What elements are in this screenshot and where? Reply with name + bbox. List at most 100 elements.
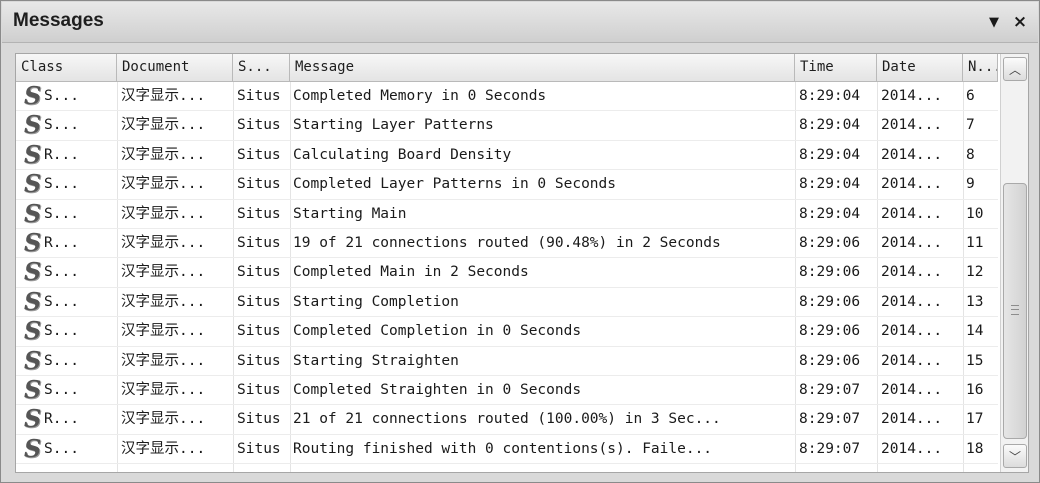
- cell-class: S...: [44, 117, 79, 134]
- table-row[interactable]: S R... 汉字显示... Situs 21 of 21 connections ro…: [16, 405, 998, 435]
- cell-date: 2014...: [881, 323, 943, 340]
- cell-time: 8:29:04: [799, 88, 861, 104]
- scroll-up-button[interactable]: ︿: [1003, 57, 1027, 81]
- table-row[interactable]: S R... 汉字显示... Situs Calculating Board Densi…: [16, 141, 998, 171]
- cell-source: Situs: [237, 205, 281, 222]
- cell-document: 汉字显示...: [121, 117, 206, 134]
- table-row[interactable]: S R... 汉字显示... Situs 19 of 21 connections ro…: [16, 229, 998, 259]
- cell-document: 汉字显示...: [121, 234, 206, 251]
- cell-date: 2014...: [881, 411, 943, 428]
- cell-date: 2014...: [881, 440, 943, 457]
- cell-time: 8:29:07: [799, 381, 861, 398]
- cell-document: 汉字显示...: [121, 352, 206, 369]
- cell-class: S...: [44, 176, 79, 193]
- panel-menu-icon[interactable]: ▼: [984, 12, 1004, 32]
- cell-class: S...: [44, 381, 79, 398]
- cell-document: 汉字显示...: [121, 381, 206, 398]
- table-row[interactable]: S S... 汉字显示... Situs Completed Layer Pattern…: [16, 170, 998, 200]
- cell-class: S...: [44, 205, 79, 222]
- cell-message: Routing finished with 0 contentions(s). …: [293, 440, 713, 457]
- panel-title: Messages: [13, 10, 104, 31]
- cell-document: 汉字显示...: [121, 440, 206, 457]
- cell-source: Situs: [237, 264, 281, 281]
- cell-source: Situs: [237, 117, 281, 134]
- cell-time: 8:29:06: [799, 323, 861, 340]
- cell-class: S...: [44, 440, 79, 457]
- cell-number: 13: [966, 293, 984, 310]
- cell-class: R...: [44, 146, 79, 163]
- messages-panel: Messages ▼ × Class Document S... Message…: [0, 0, 1040, 483]
- cell-number: 9: [966, 176, 975, 193]
- cell-number: 14: [966, 323, 984, 340]
- column-header-message[interactable]: Message: [290, 54, 795, 81]
- column-header-time[interactable]: Time: [795, 54, 877, 81]
- cell-number: 16: [966, 381, 984, 398]
- cell-date: 2014...: [881, 176, 943, 193]
- cell-time: 8:29:06: [799, 293, 861, 310]
- cell-source: Situs: [237, 352, 281, 369]
- table-row[interactable]: S S... 汉字显示... Situs Routing finished with 0…: [16, 435, 998, 465]
- scrollbar-thumb[interactable]: [1003, 183, 1027, 439]
- cell-class: S...: [44, 88, 79, 104]
- cell-document: 汉字显示...: [121, 176, 206, 193]
- cell-message: Starting Straighten: [293, 352, 459, 369]
- chevron-up-icon: ︿: [1008, 62, 1021, 77]
- column-header-document[interactable]: Document: [117, 54, 233, 81]
- table-row[interactable]: S S... 汉字显示... Situs Starting Layer Patterns…: [16, 111, 998, 141]
- table-body: S S... 汉字显示... Situs Completed Memory in 0 S…: [16, 82, 998, 465]
- cell-message: Starting Layer Patterns: [293, 117, 494, 134]
- cell-document: 汉字显示...: [121, 205, 206, 222]
- cell-number: 8: [966, 146, 975, 163]
- scroll-down-button[interactable]: ﹀: [1003, 444, 1027, 468]
- cell-time: 8:29:04: [799, 146, 861, 163]
- table-row[interactable]: S S... 汉字显示... Situs Starting Completion 8:29…: [16, 288, 998, 318]
- cell-time: 8:29:04: [799, 205, 861, 222]
- cell-class: R...: [44, 411, 79, 428]
- cell-document: 汉字显示...: [121, 323, 206, 340]
- cell-message: Calculating Board Density: [293, 146, 512, 163]
- cell-message: Completed Memory in 0 Seconds: [293, 88, 547, 104]
- column-header-source[interactable]: S...: [233, 54, 290, 81]
- cell-message: Completed Straighten in 0 Seconds: [293, 381, 582, 398]
- cell-source: Situs: [237, 293, 281, 310]
- cell-time: 8:29:06: [799, 234, 861, 251]
- table-row[interactable]: S S... 汉字显示... Situs Starting Main 8:29:04 201…: [16, 200, 998, 229]
- table-row[interactable]: S S... 汉字显示... Situs Starting Straighten 8:29…: [16, 347, 998, 376]
- cell-message: Completed Completion in 0 Seconds: [293, 323, 582, 340]
- cell-number: 7: [966, 117, 975, 134]
- cell-number: 11: [966, 234, 984, 251]
- vertical-scrollbar[interactable]: ︿ ﹀: [1000, 54, 1028, 472]
- table-header: Class Document S... Message Time Date N.…: [16, 54, 998, 82]
- cell-date: 2014...: [881, 264, 943, 281]
- close-icon[interactable]: ×: [1010, 12, 1030, 32]
- cell-source: Situs: [237, 234, 281, 251]
- cell-number: 15: [966, 352, 984, 369]
- cell-time: 8:29:07: [799, 440, 861, 457]
- cell-time: 8:29:07: [799, 411, 861, 428]
- cell-number: 18: [966, 440, 984, 457]
- panel-title-bar[interactable]: Messages ▼ ×: [2, 2, 1038, 43]
- cell-document: 汉字显示...: [121, 293, 206, 310]
- cell-class: S...: [44, 264, 79, 281]
- cell-document: 汉字显示...: [121, 264, 206, 281]
- cell-time: 8:29:06: [799, 264, 861, 281]
- cell-date: 2014...: [881, 146, 943, 163]
- cell-document: 汉字显示...: [121, 88, 206, 104]
- cell-source: Situs: [237, 176, 281, 193]
- cell-class: S...: [44, 323, 79, 340]
- table-row[interactable]: S S... 汉字显示... Situs Completed Memory in 0 S…: [16, 82, 998, 112]
- column-header-class[interactable]: Class: [16, 54, 117, 81]
- cell-document: 汉字显示...: [121, 411, 206, 428]
- cell-time: 8:29:04: [799, 117, 861, 134]
- table-row[interactable]: S S... 汉字显示... Situs Completed Completion in…: [16, 317, 998, 347]
- table-row[interactable]: S S... 汉字显示... Situs Completed Straighten in…: [16, 376, 998, 406]
- column-header-number[interactable]: N...: [963, 54, 998, 81]
- cell-date: 2014...: [881, 293, 943, 310]
- column-header-date[interactable]: Date: [877, 54, 963, 81]
- table-row[interactable]: S S... 汉字显示... Situs Completed Main in 2 Sec…: [16, 258, 998, 288]
- cell-source: Situs: [237, 146, 281, 163]
- cell-source: Situs: [237, 440, 281, 457]
- grip-icon: [1011, 305, 1019, 315]
- cell-class: S...: [44, 293, 79, 310]
- cell-class: S...: [44, 352, 79, 369]
